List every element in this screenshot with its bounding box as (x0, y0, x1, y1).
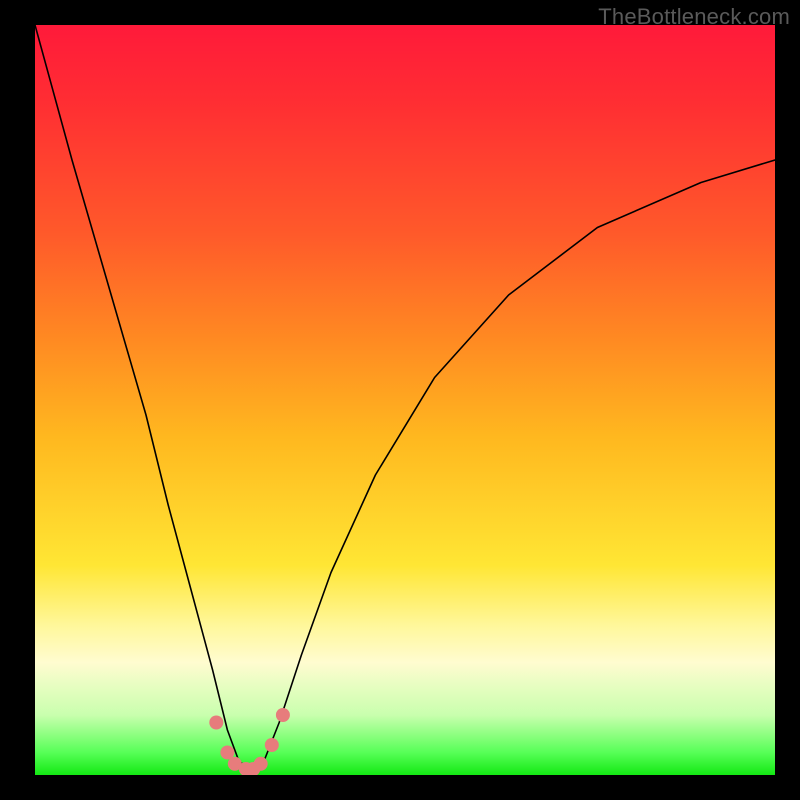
trough-marker (209, 716, 223, 730)
trough-marker (265, 738, 279, 752)
chart-svg (35, 25, 775, 775)
chart-frame: TheBottleneck.com (0, 0, 800, 800)
trough-marker (276, 708, 290, 722)
plot-area (35, 25, 775, 775)
trough-marker (254, 757, 268, 771)
trough-markers (209, 708, 290, 775)
bottleneck-curve (35, 25, 775, 771)
